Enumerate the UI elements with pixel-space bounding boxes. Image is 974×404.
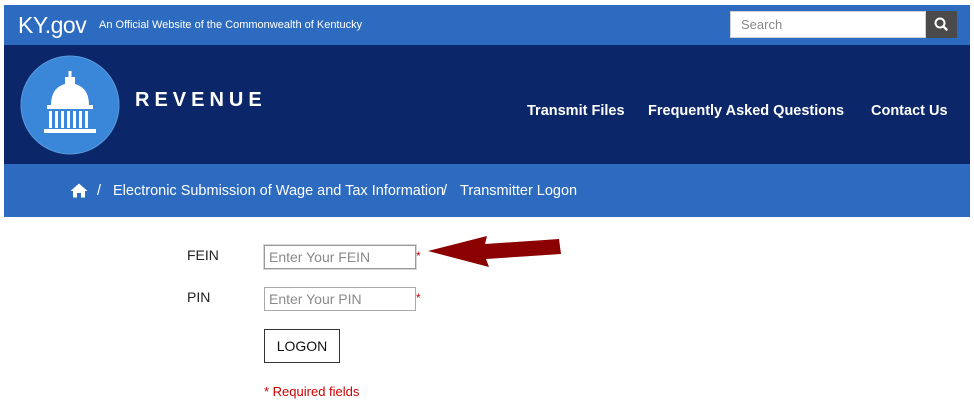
fein-required-mark: *: [416, 249, 421, 263]
annotation-arrow-icon: [428, 236, 561, 267]
pin-required-mark: *: [416, 291, 421, 305]
official-website-tagline: An Official Website of the Commonwealth …: [99, 19, 363, 31]
kygov-logo[interactable]: KY.gov: [18, 10, 87, 40]
nav-transmit-files[interactable]: Transmit Files: [527, 103, 625, 119]
required-fields-note: * Required fields: [264, 384, 360, 399]
site-header: REVENUE Transmit Files Frequently Asked …: [4, 45, 970, 164]
search-icon: [934, 17, 948, 31]
nav-contact-us[interactable]: Contact Us: [871, 103, 948, 119]
breadcrumb-separator: /: [97, 183, 102, 199]
breadcrumb-separator: /: [443, 183, 448, 199]
pin-input[interactable]: [264, 287, 416, 311]
logon-button[interactable]: LOGON: [264, 329, 340, 363]
search-button[interactable]: [926, 11, 957, 38]
breadcrumb-item-transmitter-logon: Transmitter Logon: [460, 183, 578, 199]
pin-label: PIN: [187, 289, 211, 305]
fein-input[interactable]: [264, 245, 416, 269]
capitol-dome-logo[interactable]: [20, 55, 120, 155]
nav-faq[interactable]: Frequently Asked Questions: [648, 103, 844, 119]
search-input[interactable]: [730, 11, 926, 38]
top-bar: KY.gov An Official Website of the Common…: [4, 5, 970, 45]
breadcrumb-item-electronic-submission[interactable]: Electronic Submission of Wage and Tax In…: [113, 183, 444, 199]
fein-label: FEIN: [187, 247, 219, 263]
agency-name: REVENUE: [135, 89, 267, 111]
breadcrumb: / Electronic Submission of Wage and Tax …: [4, 164, 970, 217]
home-icon[interactable]: [70, 183, 88, 198]
